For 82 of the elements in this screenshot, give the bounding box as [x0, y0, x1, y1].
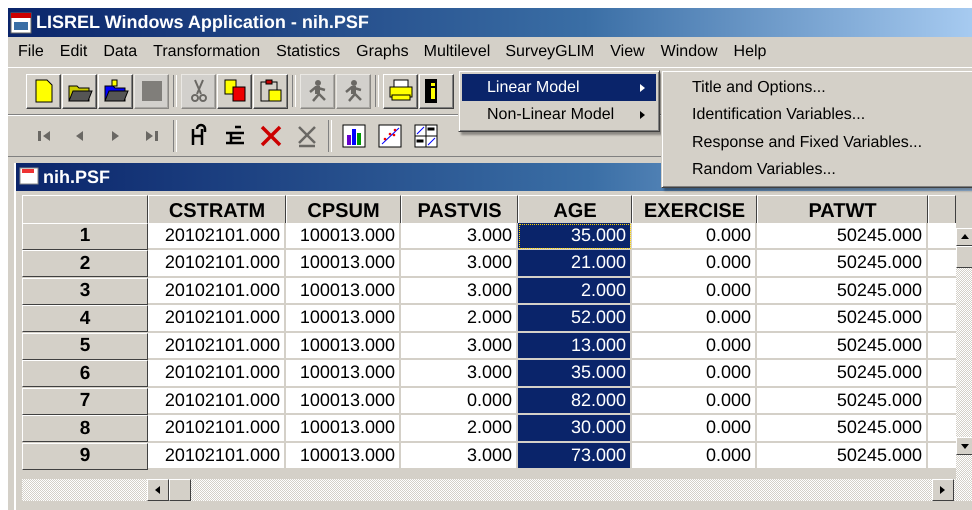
menu-item[interactable]: Multilevel	[416, 40, 498, 64]
row-header[interactable]: 5	[22, 332, 148, 360]
table-cell: 100013.000	[286, 305, 401, 332]
menu-item[interactable]: Window	[652, 39, 726, 65]
table-cell: 3.000	[401, 360, 518, 388]
table-cell: 20102101.000	[148, 305, 286, 332]
table-cell: 20102101.000	[148, 222, 286, 250]
menu-item[interactable]: Edit	[52, 39, 96, 65]
table-cell: 20102101.000	[148, 442, 286, 470]
table-cell: 2.000	[401, 305, 518, 332]
table-cell: 0.000	[401, 388, 518, 415]
table-cell: 20102101.000	[148, 278, 286, 305]
table-cell: 0.000	[632, 415, 757, 442]
table-cell: 30.000	[518, 415, 632, 442]
table-cell: 73.000	[518, 442, 632, 470]
table-cell: 50245.000	[757, 415, 928, 442]
row-header[interactable]: 8	[22, 415, 148, 442]
menu-item[interactable]: View	[602, 39, 653, 65]
table-cell: 0.000	[632, 388, 757, 415]
menu-item[interactable]: Random Variables...	[665, 156, 970, 184]
table-cell: 50245.000	[757, 442, 928, 470]
table-cell: 2.000	[401, 415, 518, 442]
menu-item[interactable]: Graphs	[348, 39, 417, 65]
table-cell: 0.000	[632, 278, 757, 305]
row-header[interactable]: 1	[22, 222, 148, 250]
menu-item[interactable]: Identification Variables...	[665, 102, 970, 129]
table-cell: 0.000	[632, 222, 757, 250]
menu-item[interactable]: Statistics	[268, 39, 348, 65]
table-cell: 0.000	[632, 360, 757, 388]
table-cell: 50245.000	[757, 222, 928, 250]
menu-item[interactable]: Transformation	[145, 39, 268, 65]
document-title: nih.PSF	[43, 166, 110, 188]
row-header[interactable]: 7	[22, 388, 148, 414]
table-cell: 52.000	[518, 305, 632, 332]
menu-item[interactable]: SurveyGLIM	[497, 39, 602, 65]
table-cell: 50245.000	[757, 388, 928, 415]
table-cell: 3.000	[401, 250, 518, 278]
table-cell: 20102101.000	[148, 415, 286, 442]
table-cell: 3.000	[401, 222, 518, 250]
table-cell: 2.000	[518, 278, 632, 305]
table-cell: 100013.000	[286, 360, 401, 388]
table-cell: 20102101.000	[148, 250, 286, 278]
table-cell: 21.000	[518, 250, 632, 278]
table-cell: 20102101.000	[148, 360, 286, 388]
table-cell: 50245.000	[757, 250, 928, 278]
table-cell: 100013.000	[286, 332, 401, 360]
table-cell: 0.000	[632, 250, 757, 278]
row-header[interactable]: 6	[22, 360, 148, 387]
table-cell: 100013.000	[286, 250, 401, 278]
table-cell: 20102101.000	[148, 388, 286, 415]
window-title: LISREL Windows Application - nih.PSF	[36, 12, 369, 33]
table-cell: 100013.000	[286, 278, 401, 305]
table-cell: 3.000	[401, 278, 518, 305]
table-cell: 13.000	[518, 332, 632, 360]
row-header[interactable]: 9	[22, 442, 148, 470]
row-header[interactable]: 3	[22, 278, 148, 304]
menu-item[interactable]: Linear Model	[462, 74, 656, 101]
table-cell: 50245.000	[757, 360, 928, 388]
menu-item[interactable]: Non-Linear Model	[462, 101, 656, 128]
table-cell: 82.000	[518, 388, 632, 415]
menu-item[interactable]: Response and Fixed Variables...	[665, 129, 970, 156]
menu-item[interactable]: Data	[95, 39, 146, 65]
table-cell: 3.000	[401, 442, 518, 470]
table-cell: 0.000	[632, 305, 757, 332]
table-cell: 100013.000	[286, 388, 401, 415]
table-cell: 35.000	[518, 222, 632, 250]
table-cell: 100013.000	[286, 222, 401, 250]
menu-item[interactable]: File	[10, 39, 52, 65]
table-cell: 0.000	[632, 332, 757, 360]
table-cell: 3.000	[401, 332, 518, 360]
row-header[interactable]: 2	[22, 250, 148, 277]
table-cell: 0.000	[632, 442, 757, 470]
table-cell: 50245.000	[757, 278, 928, 305]
table-cell: 100013.000	[286, 442, 401, 470]
menu-item[interactable]: Help	[726, 39, 774, 65]
menu-item[interactable]: Title and Options...	[665, 74, 970, 102]
table-cell: 35.000	[518, 360, 632, 388]
table-cell: 50245.000	[757, 305, 928, 332]
table-cell: 20102101.000	[148, 332, 286, 360]
row-header[interactable]: 4	[22, 305, 148, 332]
table-cell: 100013.000	[286, 415, 401, 442]
table-cell: 50245.000	[757, 332, 928, 360]
